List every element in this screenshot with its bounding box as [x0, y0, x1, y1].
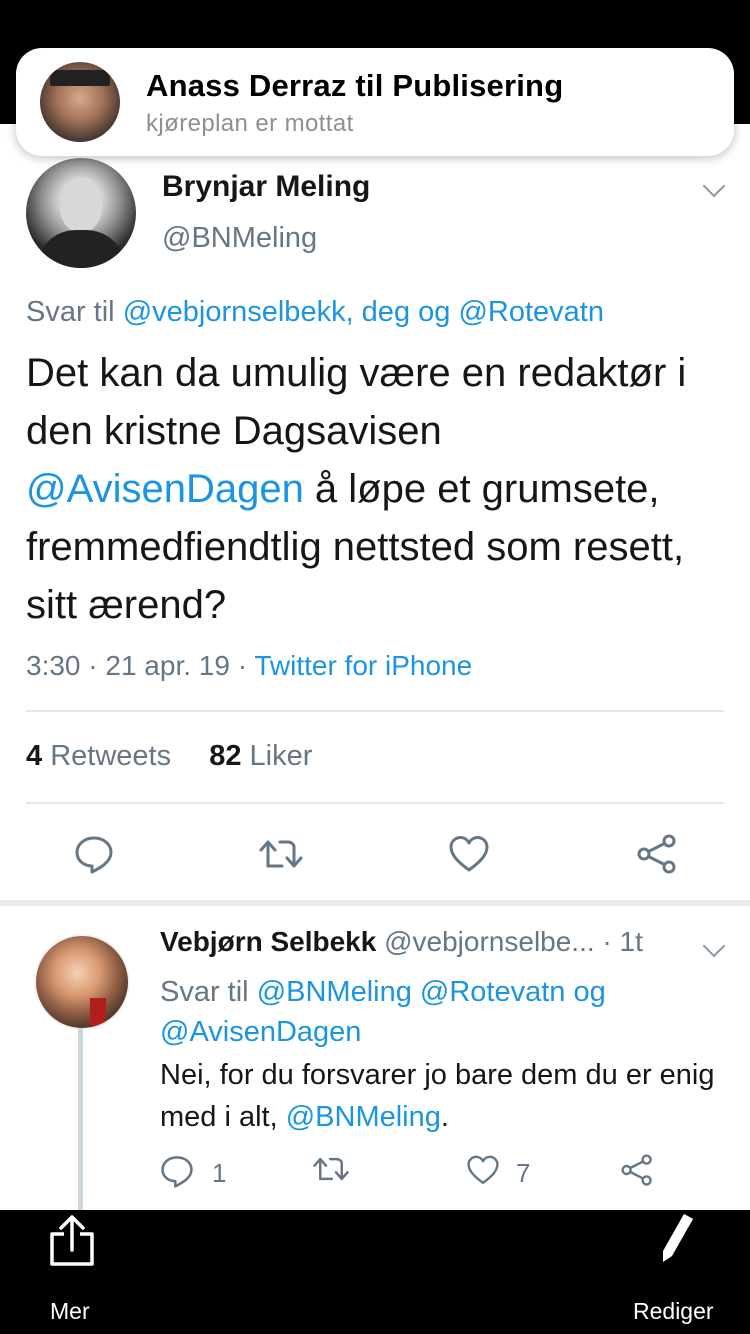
- reply-share-icon[interactable]: [620, 1154, 654, 1186]
- reply-time: · 1t: [594, 926, 643, 957]
- avatar-suit: [36, 230, 126, 268]
- avatar-tie: [90, 998, 106, 1028]
- reply-to-prefix: Svar til: [26, 296, 123, 328]
- retweet-icon[interactable]: [258, 836, 304, 872]
- avatar-face: [60, 178, 102, 232]
- share-upload-icon[interactable]: [48, 1214, 96, 1266]
- thread-line: [78, 1028, 83, 1210]
- share-button-label[interactable]: Mer: [50, 1298, 90, 1325]
- reply-author-name[interactable]: Vebjørn Selbekk: [160, 926, 376, 957]
- reply-icon[interactable]: [74, 834, 114, 874]
- tweet-source-link[interactable]: Twitter for iPhone: [254, 650, 472, 681]
- tweet-text: Det kan da umulig være en redaktør i den…: [26, 344, 726, 634]
- share-icon[interactable]: [636, 834, 678, 874]
- notification-avatar: [40, 62, 120, 142]
- notification-subtitle: kjøreplan er mottat: [146, 110, 354, 137]
- reply-like-heart-icon[interactable]: [466, 1154, 500, 1186]
- notification-banner[interactable]: Anass Derraz til Publisering kjøreplan e…: [16, 48, 734, 156]
- avatar-hat: [50, 70, 110, 86]
- reply-likes-count: 7: [516, 1158, 531, 1188]
- reply-menu-chevron-icon[interactable]: [702, 934, 726, 958]
- like-heart-icon[interactable]: [448, 834, 490, 874]
- retweets-stat[interactable]: 4 Retweets: [26, 740, 171, 772]
- reply-to-targets[interactable]: @vebjornselbekk, deg og @Rotevatn: [123, 296, 604, 328]
- reply-text-mention[interactable]: @BNMeling: [286, 1101, 441, 1133]
- likes-stat[interactable]: 82 Liker: [209, 740, 312, 772]
- tweet-stats: 4 Retweets 82 Liker: [26, 740, 312, 773]
- divider: [26, 802, 724, 804]
- reply-retweet-icon[interactable]: [312, 1154, 350, 1184]
- edit-pencil-icon[interactable]: [660, 1212, 696, 1268]
- reply-replies-count: 1: [212, 1158, 227, 1188]
- reply-author-handle[interactable]: @vebjornselbe...: [376, 926, 595, 957]
- tweet-text-mention[interactable]: @AvisenDagen: [26, 467, 304, 511]
- tweet-text-part1: Det kan da umulig være en redaktør i den…: [26, 351, 687, 453]
- edit-button-label[interactable]: Rediger: [633, 1298, 714, 1325]
- tweet-author-handle[interactable]: @BNMeling: [162, 222, 317, 255]
- tweet-timestamp: 3:30 · 21 apr. 19 ·: [26, 650, 255, 681]
- reply-text-part2: .: [440, 1101, 449, 1133]
- divider: [26, 710, 724, 712]
- section-separator: [0, 900, 750, 906]
- tweet-author-name[interactable]: Brynjar Meling: [162, 170, 370, 204]
- reply-reply-to: Svar til @BNMeling @Rotevatn og @AvisenD…: [160, 972, 730, 1052]
- tweet-author-avatar[interactable]: [26, 158, 136, 268]
- reply-reply-icon[interactable]: [160, 1154, 194, 1188]
- reply-text: Nei, for du forsvarer jo bare dem du er …: [160, 1054, 730, 1138]
- reply-author-avatar[interactable]: [34, 934, 130, 1030]
- tweet-meta: 3:30 · 21 apr. 19 · Twitter for iPhone: [26, 650, 472, 682]
- tweet-menu-chevron-icon[interactable]: [702, 174, 726, 198]
- screenshot-content: Brynjar Meling @BNMeling Svar til @vebjo…: [0, 124, 750, 1210]
- notification-title: Anass Derraz til Publisering: [146, 68, 564, 103]
- reply-to-prefix: Svar til: [160, 976, 257, 1008]
- reply-header: Vebjørn Selbekk @vebjornselbe... · 1t: [160, 926, 643, 958]
- tweet-reply-to: Svar til @vebjornselbekk, deg og @Roteva…: [26, 296, 604, 329]
- bottom-toolbar: Mer Rediger: [0, 1210, 750, 1334]
